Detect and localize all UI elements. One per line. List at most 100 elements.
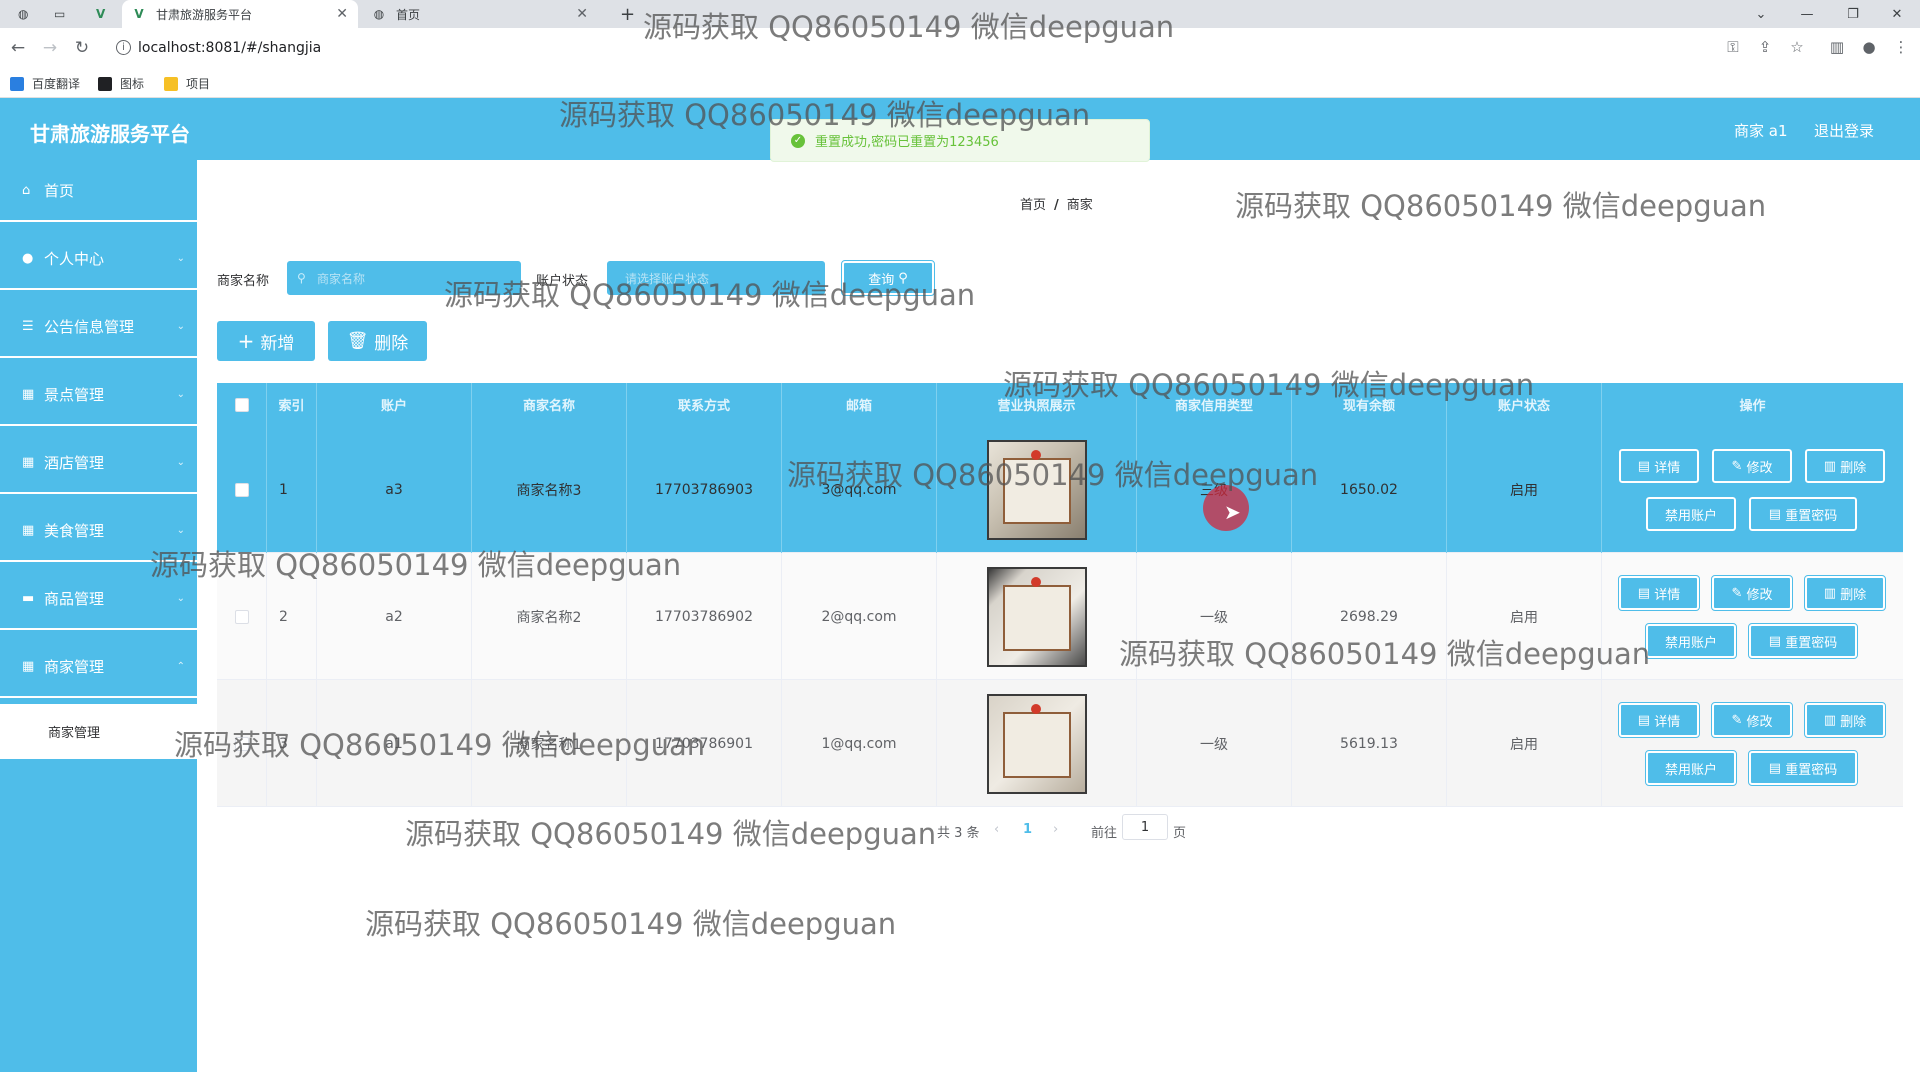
bookmark-label: 图标 [120,77,145,91]
license-image[interactable] [986,693,1087,794]
key-icon[interactable]: ⚿ [1722,36,1744,58]
reset-password-button[interactable]: ▤ 重置密码 [1748,496,1858,532]
tab-group-icon[interactable]: ◍ [8,0,38,28]
search-icon: ⚲ [297,271,306,285]
watermark-text: 源码获取 QQ86050149 微信deepguan [365,907,897,941]
row-checkbox[interactable] [234,482,249,497]
tab-vue[interactable]: V [86,0,116,28]
info-icon[interactable]: i [116,40,131,55]
chevron-down-icon: ⌄ [176,524,185,536]
row-checkbox[interactable] [234,609,249,624]
sidebar-item-label: 商品管理 [44,589,105,608]
submenu-merchant-manage[interactable]: 商家管理 [0,704,197,759]
page-number-current[interactable]: 1 [1023,822,1032,837]
sidebar-item-home[interactable]: ⌂ 首页 [0,160,197,222]
sidebar-item-profile[interactable]: ● 个人中心 ⌄ [0,228,197,290]
next-page-icon[interactable]: › [1053,822,1058,837]
tab-home[interactable]: ◍ 首页 ✕ [362,0,598,28]
delete-button[interactable]: ▥ 删除 [1804,448,1886,484]
license-frame [1002,711,1071,778]
batch-delete-button[interactable]: 🗑 删除 [328,321,427,361]
watermark-text: 源码获取 QQ86050149 微信deepguan [1003,368,1535,402]
share-icon[interactable]: ⇪ [1754,36,1776,58]
close-window-button[interactable]: ✕ [1874,0,1920,28]
pager-unit-label: 页 [1173,826,1187,841]
cell-balance: 5619.13 [1292,680,1447,807]
edit-button[interactable]: ✎ 修改 [1711,448,1793,484]
delete-button[interactable]: ▥ 删除 [1804,702,1886,738]
bookmark-label: 百度翻译 [32,77,81,91]
back-icon[interactable]: ← [6,36,30,60]
sidebar-item-label: 公告信息管理 [44,317,135,336]
list-icon: ☰ [22,318,34,334]
reload-icon[interactable]: ↻ [70,36,94,60]
sidebar: ⌂ 首页 ● 个人中心 ⌄ ☰ 公告信息管理 ⌄ ▦ 景点管理 ⌄ ▦ 酒店管理… [0,160,197,1072]
menu-dots-icon[interactable]: ⋮ [1890,36,1912,58]
logout-link[interactable]: 退出登录 [1814,120,1874,141]
user-icon: ● [22,250,34,266]
sidebar-item-hotel[interactable]: ▦ 酒店管理 ⌄ [0,432,197,494]
watermark-text: 源码获取 QQ86050149 微信deepguan [444,278,976,312]
minimize-button[interactable]: — [1784,0,1830,28]
cell-license [937,553,1137,680]
disable-account-button[interactable]: 禁用账户 [1645,496,1737,532]
reset-password-button[interactable]: ▤ 重置密码 [1748,750,1858,786]
disable-account-button[interactable]: 禁用账户 [1645,623,1737,659]
pager-total: 共 3 条 [937,826,980,841]
forward-icon[interactable]: → [38,36,62,60]
bookmark-project[interactable]: 项目 [164,75,210,92]
translate-icon [10,76,24,91]
mouse-pointer-icon: ➤ [1224,500,1241,524]
select-all-cell [217,383,267,426]
close-icon[interactable]: ✕ [336,6,348,22]
tab-list-icon[interactable]: ⌄ [1738,0,1784,28]
grid-icon: ▦ [22,658,35,674]
grid-icon: ▦ [22,454,35,470]
col-merchant-name: 商家名称 [472,383,627,426]
detail-button[interactable]: ▤ 详情 [1618,702,1700,738]
sidebar-item-label: 首页 [44,181,75,200]
new-tab-button[interactable]: + [610,0,640,28]
detail-button[interactable]: ▤ 详情 [1618,575,1700,611]
delete-label: 删除 [1840,714,1867,730]
cell-actions [1602,680,1903,807]
edit-button[interactable]: ✎ 修改 [1711,702,1793,738]
tab-active[interactable]: V 甘肃旅游服务平台 ✕ [122,0,358,28]
detail-button[interactable]: ▤ 详情 [1618,448,1700,484]
edit-button[interactable]: ✎ 修改 [1711,575,1793,611]
disable-account-button[interactable]: 禁用账户 [1645,750,1737,786]
trash-icon: ▥ [1823,585,1837,601]
sidebar-item-merchant[interactable]: ▦ 商家管理 ⌃ [0,636,197,698]
bookmark-baidu-translate[interactable]: 百度翻译 [10,75,80,92]
bookmark-icons[interactable]: 图标 [98,75,144,92]
sidebar-item-label: 景点管理 [44,385,105,404]
tab-blank[interactable]: ▭ [44,0,74,28]
globe-icon: ◍ [18,7,29,21]
sidebar-item-scenic[interactable]: ▦ 景点管理 ⌄ [0,364,197,426]
vue-icon: V [96,7,106,21]
image-icon [98,76,112,91]
cell-account: a3 [317,426,472,553]
select-all-checkbox[interactable] [234,397,249,412]
sidepanel-icon[interactable]: ▥ [1826,36,1848,58]
breadcrumb-home[interactable]: 首页 [1020,198,1046,213]
license-seal [1030,576,1041,587]
brand-title: 甘肃旅游服务平台 [30,122,190,146]
globe-icon: ◍ [373,7,385,21]
delete-button[interactable]: ▥ 删除 [1804,575,1886,611]
sidebar-item-label: 美食管理 [44,521,105,540]
reset-password-button[interactable]: ▤ 重置密码 [1748,623,1858,659]
prev-page-icon[interactable]: ‹ [994,822,999,837]
watermark-text: 源码获取 QQ86050149 微信deepguan [150,548,682,582]
sidebar-item-notice[interactable]: ☰ 公告信息管理 ⌄ [0,296,197,358]
sidebar-item-label: 个人中心 [44,249,105,268]
license-image[interactable] [986,566,1087,667]
restore-button[interactable]: ❐ [1830,0,1876,28]
close-icon[interactable]: ✕ [576,6,588,22]
pager-goto-input[interactable]: 1 [1122,814,1168,840]
detail-label: 详情 [1654,714,1681,730]
add-button[interactable]: + 新增 [217,321,315,361]
star-icon[interactable]: ☆ [1786,36,1808,58]
plus-icon: + [237,329,255,353]
profile-icon[interactable]: ● [1858,36,1880,58]
